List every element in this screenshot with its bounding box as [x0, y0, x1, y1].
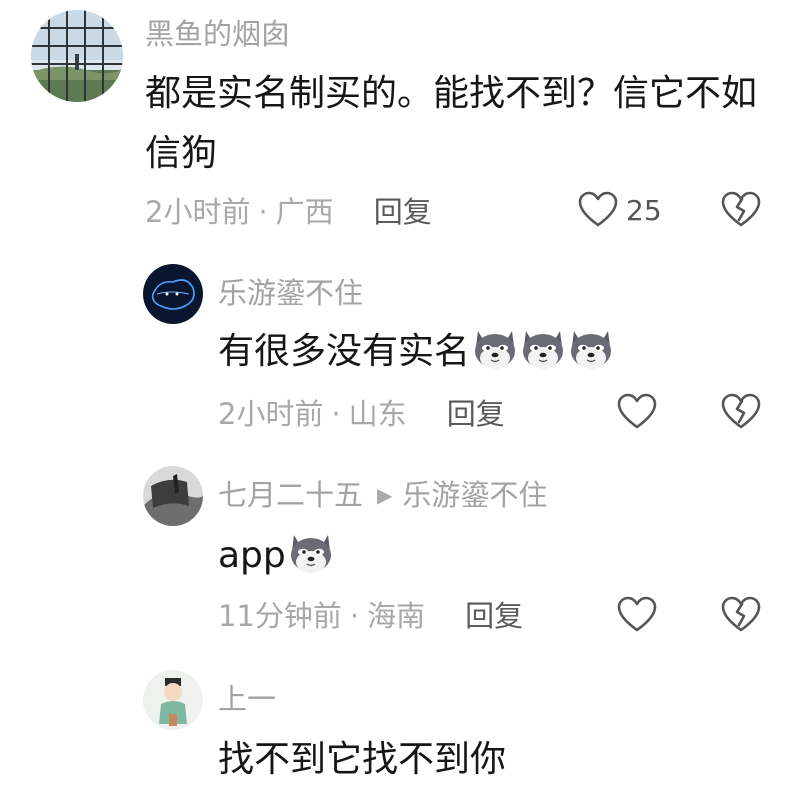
- location: 广西: [275, 195, 334, 229]
- username-link[interactable]: 七月二十五: [218, 478, 363, 512]
- like-button[interactable]: 25: [578, 191, 662, 229]
- dislike-button[interactable]: [721, 392, 761, 432]
- comment-meta: 2小时前 · 山东 回复: [218, 396, 505, 432]
- like-button[interactable]: [617, 596, 657, 634]
- comment-text: app: [218, 526, 778, 586]
- triangle-right-icon: ▶: [377, 483, 393, 507]
- heart-outline-icon: [617, 596, 657, 634]
- timestamp: 2小时前: [218, 397, 324, 431]
- reply-to-username[interactable]: 乐游鎏不住: [402, 478, 547, 512]
- like-count: 25: [626, 193, 662, 227]
- username[interactable]: 黑鱼的烟囱: [145, 16, 290, 52]
- dislike-button[interactable]: [721, 595, 761, 635]
- avatar[interactable]: [143, 466, 203, 526]
- reply-button[interactable]: 回复: [374, 195, 432, 229]
- timestamp: 2小时前: [145, 195, 251, 229]
- location: 海南: [367, 599, 426, 633]
- wolf-emoji-icon: [568, 327, 614, 371]
- separator-dot: ·: [349, 599, 360, 633]
- location: 山东: [348, 397, 407, 431]
- dislike-button[interactable]: [721, 190, 761, 230]
- broken-heart-icon: [721, 190, 761, 230]
- username: 七月二十五 ▶ 乐游鎏不住: [218, 477, 547, 513]
- like-button[interactable]: [617, 393, 657, 431]
- avatar[interactable]: [143, 264, 203, 324]
- reply-button[interactable]: 回复: [465, 599, 523, 633]
- wolf-emoji-icon: [288, 531, 334, 575]
- broken-heart-icon: [721, 392, 761, 432]
- comment-text: 都是实名制买的。能找不到？信它不如信狗: [145, 73, 758, 174]
- avatar[interactable]: [31, 10, 123, 102]
- separator-dot: ·: [331, 397, 341, 431]
- avatar[interactable]: [143, 670, 203, 730]
- username[interactable]: 乐游鎏不住: [218, 275, 363, 311]
- timestamp: 11分钟前: [218, 599, 342, 633]
- heart-outline-icon: [578, 191, 618, 229]
- broken-heart-icon: [721, 595, 761, 635]
- comment-text: 找不到它找不到你: [218, 739, 507, 780]
- comment-text-body: 有很多没有实名: [218, 331, 471, 372]
- comment-text-body: app: [218, 535, 286, 576]
- separator-dot: ·: [258, 195, 268, 229]
- username[interactable]: 上一: [218, 681, 276, 717]
- comment-meta: 11分钟前 · 海南 回复: [218, 598, 523, 634]
- wolf-emoji-icon: [472, 327, 518, 371]
- comment-text: 有很多没有实名: [218, 322, 778, 382]
- heart-outline-icon: [617, 393, 657, 431]
- wolf-emoji-icon: [520, 327, 566, 371]
- comment-meta: 2小时前 · 广西 回复: [145, 194, 432, 230]
- reply-button[interactable]: 回复: [447, 397, 505, 431]
